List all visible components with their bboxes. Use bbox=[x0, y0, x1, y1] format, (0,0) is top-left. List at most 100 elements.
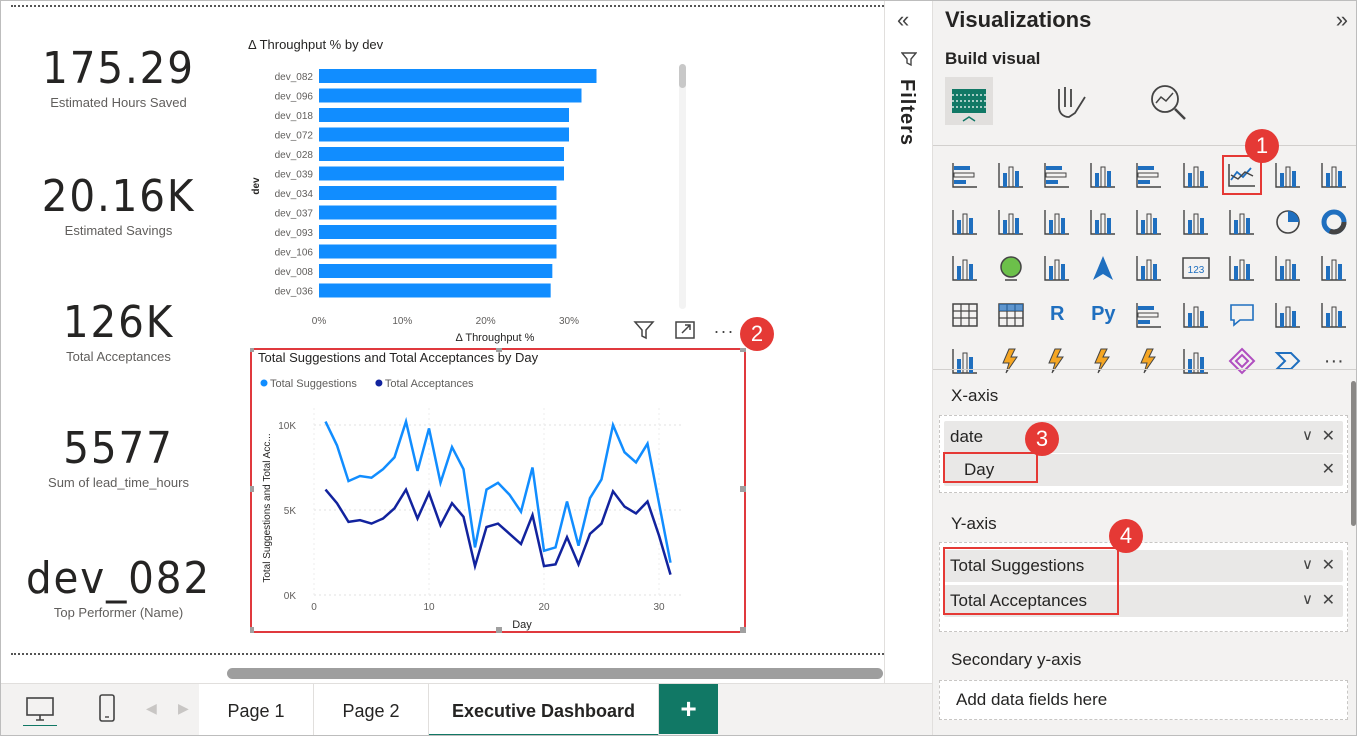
bar-category-label: dev_039 bbox=[275, 170, 314, 181]
chevron-down-icon[interactable]: ∨ bbox=[1302, 420, 1313, 452]
close-icon[interactable]: ✕ bbox=[1322, 421, 1335, 453]
filled-map-icon[interactable] bbox=[1037, 248, 1077, 288]
focus-mode-icon[interactable] bbox=[673, 319, 697, 343]
tab-executive-dashboard[interactable]: Executive Dashboard bbox=[429, 684, 659, 735]
clustered-column-chart-icon[interactable] bbox=[1083, 155, 1123, 195]
multi-row-card-icon[interactable] bbox=[1222, 248, 1262, 288]
area-chart-icon[interactable] bbox=[1268, 155, 1308, 195]
bar-chart-scrollbar[interactable] bbox=[679, 64, 686, 309]
waterfall-chart-icon[interactable] bbox=[1129, 202, 1169, 242]
kpi-value: 20.16K bbox=[41, 171, 196, 222]
report-canvas: 175.29 Estimated Hours Saved 20.16K Esti… bbox=[1, 1, 1277, 683]
clustered-bar-chart-icon[interactable] bbox=[1037, 155, 1077, 195]
stacked-area-chart-icon[interactable] bbox=[1314, 155, 1354, 195]
collapse-filters-icon[interactable]: « bbox=[897, 7, 909, 33]
kpi-card-hours-saved[interactable]: 175.29 Estimated Hours Saved bbox=[11, 43, 226, 111]
power-automate-icon[interactable] bbox=[1037, 341, 1077, 381]
filters-label[interactable]: Filters bbox=[895, 79, 918, 146]
line-and-stacked-column-icon[interactable] bbox=[1037, 202, 1077, 242]
forward-icon[interactable] bbox=[1268, 341, 1308, 381]
next-page-icon[interactable]: ▶ bbox=[178, 700, 189, 717]
gauge-icon[interactable] bbox=[1129, 248, 1169, 288]
close-icon[interactable]: ✕ bbox=[1322, 550, 1335, 582]
line-chart[interactable]: Total Suggestions and Total Acceptances … bbox=[250, 348, 746, 633]
bar bbox=[319, 205, 557, 220]
format-visual-icon[interactable] bbox=[1045, 77, 1093, 125]
python-visual-icon[interactable]: Py bbox=[1083, 295, 1123, 335]
canvas-horizontal-scrollbar[interactable] bbox=[227, 668, 883, 679]
azure-map-icon[interactable] bbox=[1083, 248, 1123, 288]
slicer-icon[interactable] bbox=[1314, 248, 1354, 288]
table-icon[interactable] bbox=[945, 295, 985, 335]
ribbon-area-icon[interactable] bbox=[945, 202, 985, 242]
mobile-view-icon[interactable] bbox=[97, 692, 117, 726]
kpi-card-top-performer[interactable]: dev_082 Top Performer (Name) bbox=[11, 553, 226, 621]
card-icon[interactable]: 123 bbox=[1176, 248, 1216, 288]
x-axis-field-date[interactable]: date ∨ ✕ bbox=[944, 421, 1343, 453]
pie-chart-icon[interactable] bbox=[1268, 202, 1308, 242]
more-visuals-icon[interactable]: ··· bbox=[1314, 341, 1354, 381]
analytics-icon[interactable] bbox=[1145, 77, 1193, 125]
tab-page-1[interactable]: Page 1 bbox=[199, 684, 314, 735]
stacked-bar-chart-icon[interactable] bbox=[945, 155, 985, 195]
map-icon[interactable] bbox=[991, 248, 1031, 288]
secondary-y-axis-well[interactable]: Add data fields here bbox=[939, 680, 1348, 720]
diamond-icon[interactable] bbox=[1222, 341, 1262, 381]
key-influencers-icon[interactable] bbox=[1129, 295, 1169, 335]
100-stacked-column-chart-icon[interactable] bbox=[1176, 155, 1216, 195]
kpi-card-acceptances[interactable]: 126K Total Acceptances bbox=[11, 297, 226, 365]
arcgis-icon[interactable] bbox=[1176, 341, 1216, 381]
kpi-icon[interactable] bbox=[1268, 248, 1308, 288]
secondary-y-axis-label: Secondary y-axis bbox=[951, 650, 1082, 669]
page-tab-bar: ◀ ▶ Page 1 Page 2 Executive Dashboard + bbox=[1, 683, 932, 735]
add-data-fields-placeholder: Add data fields here bbox=[956, 690, 1108, 709]
prev-page-icon[interactable]: ◀ bbox=[146, 700, 157, 717]
kpi-value: dev_082 bbox=[26, 553, 211, 604]
scatter-chart-icon[interactable] bbox=[1222, 202, 1262, 242]
build-visual-icon[interactable] bbox=[945, 77, 993, 125]
add-page-button[interactable]: + bbox=[659, 684, 718, 734]
x-tick-label: 20 bbox=[538, 602, 550, 613]
funnel-chart-icon[interactable] bbox=[1176, 202, 1216, 242]
power-automate-filter-icon[interactable] bbox=[1129, 341, 1169, 381]
qa-icon[interactable] bbox=[1222, 295, 1262, 335]
r-visual-icon[interactable]: R bbox=[1037, 295, 1077, 335]
desktop-view-icon[interactable] bbox=[23, 692, 57, 728]
tab-page-2[interactable]: Page 2 bbox=[314, 684, 429, 735]
metrics-icon[interactable] bbox=[1314, 295, 1354, 335]
resize-handle bbox=[740, 348, 746, 352]
field-name: date bbox=[950, 427, 984, 446]
kpi-card-savings[interactable]: 20.16K Estimated Savings bbox=[11, 171, 226, 239]
kpi-card-lead-time[interactable]: 5577 Sum of lead_time_hours bbox=[11, 423, 226, 491]
bar bbox=[319, 186, 557, 200]
pane-scrollbar[interactable] bbox=[1351, 381, 1356, 526]
100-stacked-bar-chart-icon[interactable] bbox=[1129, 155, 1169, 195]
power-apps-filter-icon[interactable] bbox=[1083, 341, 1123, 381]
stacked-column-chart-icon[interactable] bbox=[991, 155, 1031, 195]
ribbon-chart-icon[interactable] bbox=[1083, 202, 1123, 242]
bar-category-label: dev_008 bbox=[275, 267, 314, 278]
scroll-thumb[interactable] bbox=[679, 64, 686, 88]
matrix-icon[interactable] bbox=[991, 295, 1031, 335]
bar bbox=[319, 166, 564, 181]
visualizations-title: Visualizations bbox=[945, 7, 1092, 32]
filter-icon[interactable] bbox=[632, 319, 656, 343]
treemap-icon[interactable] bbox=[945, 248, 985, 288]
paginated-report-icon[interactable] bbox=[945, 341, 985, 381]
smart-narrative-icon[interactable] bbox=[1268, 295, 1308, 335]
line-and-column-chart-icon[interactable] bbox=[991, 202, 1031, 242]
decomposition-tree-icon[interactable] bbox=[1176, 295, 1216, 335]
more-options-icon[interactable]: ··· bbox=[712, 319, 736, 343]
close-icon[interactable]: ✕ bbox=[1322, 454, 1335, 486]
x-axis-title: Day bbox=[512, 619, 532, 631]
resize-handle bbox=[250, 348, 254, 352]
close-icon[interactable]: ✕ bbox=[1322, 585, 1335, 617]
bar bbox=[319, 244, 557, 259]
expand-pane-icon[interactable]: » bbox=[1336, 7, 1348, 33]
kpi-label: Estimated Savings bbox=[64, 223, 173, 238]
chevron-down-icon[interactable]: ∨ bbox=[1302, 584, 1313, 616]
donut-chart-icon[interactable] bbox=[1314, 202, 1354, 242]
power-apps-icon[interactable] bbox=[991, 341, 1031, 381]
chevron-down-icon[interactable]: ∨ bbox=[1302, 549, 1313, 581]
bar-chart[interactable]: dev_082 dev_096 dev_018 dev_072 dev_028 dev_0… bbox=[245, 56, 685, 346]
